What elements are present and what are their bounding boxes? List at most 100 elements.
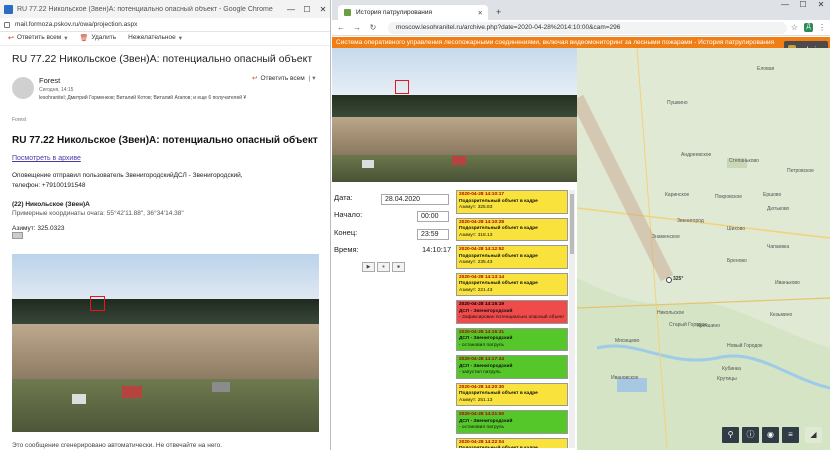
new-tab-button[interactable]: + [496, 7, 501, 17]
map-place-label: Каринское [665, 192, 690, 198]
back-icon[interactable]: ← [334, 23, 348, 32]
trash-icon: 🗑 [79, 34, 89, 42]
event-detail: - запустил патруль [459, 370, 501, 375]
map-place-label: Ершово [763, 192, 782, 198]
event-detail: Азимут: 325.83 [459, 205, 493, 210]
tab-bar: История патрулирования ✕ + [332, 0, 830, 20]
sent-date: Сегодня, 14:15 [39, 87, 74, 93]
left-browser-window: RU 77.22 Никольское (Звен)А: потенциальн… [0, 0, 331, 450]
map-place-label: Бреново [727, 258, 747, 264]
event-item[interactable]: 2020-04-28 14:10:28 Подозрительный объект… [456, 217, 568, 241]
event-item[interactable]: 2020-04-28 14:12:52 Подозрительный объект… [456, 245, 568, 269]
archive-link[interactable]: Посмотреть в архиве [12, 155, 81, 162]
event-item[interactable]: 2020-04-28 14:20:30 Подозрительный объект… [456, 382, 568, 406]
map-place-label: Мясищево [615, 338, 640, 344]
end-time-input[interactable]: 23:59 [417, 229, 449, 240]
maximize-icon[interactable]: ☐ [794, 0, 812, 14]
event-item[interactable]: 2020-04-28 14:10:17 Подозрительный объект… [456, 190, 568, 214]
image-attachment-icon[interactable] [12, 232, 23, 239]
map-place-label: Ивановское [611, 375, 639, 381]
recipients[interactable]: lesohranitel; Дмитрий Горменков; Виталий… [39, 95, 246, 101]
maximize-icon[interactable]: ☐ [299, 5, 315, 14]
system-banner: Система оперативного управления лесопожа… [332, 37, 830, 48]
window-buttons: — ☐ ✕ [776, 0, 830, 14]
event-detail: Азимут: 221.43 [459, 287, 493, 293]
reply-all-icon: ↩ [8, 34, 14, 42]
map-place-label: Дютьково [767, 206, 790, 212]
chevron-down-icon: ▾ [178, 34, 182, 42]
chevron-down-icon: ▾ [64, 34, 68, 42]
mail-toolbar: ↩ Ответить всем ▾ 🗑 Удалить Нежелательно… [0, 30, 330, 46]
camera-line: (22) Никольское (Звен)А [12, 201, 90, 208]
map-place-label: Шихово [727, 226, 745, 232]
menu-icon[interactable]: ⋮ [818, 23, 826, 32]
date-input[interactable]: 28.04.2020 [381, 194, 449, 205]
delete-button[interactable]: 🗑 Удалить [79, 34, 116, 42]
minimize-icon[interactable]: — [283, 5, 299, 14]
close-icon[interactable]: ✕ [812, 0, 830, 14]
reply-all-icon: ↩ [252, 75, 258, 82]
event-detail: - остановил патруль [459, 425, 505, 430]
phone-line: телефон: +79100191548 [12, 182, 86, 189]
lock-icon [4, 21, 10, 28]
map-place-label: Покровское [715, 194, 743, 200]
date-label: Дата: [334, 193, 353, 202]
play-button[interactable]: ▶ [362, 262, 375, 272]
map-place-label: Иваньково [775, 280, 800, 286]
search-icon[interactable]: ⚲ [722, 427, 739, 443]
coordinates-line: Примерные координаты очага: 55°42'11.88"… [12, 210, 184, 217]
junk-button[interactable]: Нежелательное ▾ [128, 34, 182, 42]
event-title: Подозрительный объект в кадре [459, 446, 565, 448]
reload-icon[interactable]: ↻ [366, 23, 380, 32]
map-place-label: Новый Городок [727, 343, 763, 349]
map-place-label: Пушкино [667, 100, 688, 106]
map-place-label: Кубинка [722, 366, 741, 372]
triangle-icon[interactable]: ◢ [805, 427, 822, 443]
mail-subject: RU 77.22 Никольское (Звен)А: потенциальн… [12, 53, 313, 65]
map-place-label: Андреевское [681, 152, 712, 158]
address-url: mail.formoza.pskov.ru/owa/projection.asp… [15, 21, 138, 28]
site-favicon [344, 9, 351, 16]
event-item[interactable]: 2020-04-28 14:22:04Подозрительный объект… [456, 437, 568, 448]
event-detail: Азимут: 251.13 [459, 397, 493, 403]
profile-avatar[interactable]: Д [804, 23, 813, 32]
map-place-label: Петровское [787, 168, 814, 174]
azimuth-label: 325° [673, 276, 684, 282]
map-place-label: Еловая [757, 66, 775, 72]
close-icon[interactable]: ✕ [315, 5, 330, 14]
notice-line: Оповещение отправил пользователь Звениго… [12, 172, 243, 179]
event-list: 2020-04-28 14:10:17 Подозрительный объект… [456, 190, 574, 448]
camera-icon[interactable]: ◉ [762, 427, 779, 443]
reply-all-button[interactable]: ↩ Ответить всем ▾ [8, 34, 67, 42]
map-place-label: Знаменское [652, 234, 680, 240]
event-item[interactable]: 2020-04-28 14:15:19 ДСЛ - Звенигородский -… [456, 300, 568, 324]
map-place-label: Звенигород [677, 218, 704, 224]
event-list-scrollbar[interactable] [569, 190, 575, 448]
sender-name[interactable]: Forest [39, 76, 60, 85]
navigation-bar: ← → ↻ moscow.lesohranitel.ru/archive.php… [332, 20, 830, 36]
map-view[interactable]: Пушкино Еловая Андреевское Степаньково Карин… [577, 48, 830, 450]
map-place-label: Кезьмино [770, 312, 793, 318]
event-detail: - Зафиксирован потенциально опасный объе… [459, 315, 565, 320]
close-tab-icon[interactable]: ✕ [478, 9, 483, 17]
avatar [12, 77, 34, 99]
pause-button[interactable]: ⏸ [377, 262, 390, 272]
layers-icon[interactable]: ≡ [782, 427, 799, 443]
map-place-label: Чапаевка [767, 244, 790, 250]
minimize-icon[interactable]: — [776, 0, 794, 14]
stop-button[interactable]: ⏹ [392, 262, 405, 272]
address-bar[interactable]: moscow.lesohranitel.ru/archive.php?date=… [388, 21, 787, 34]
current-time-value: 14:10:17 [422, 245, 452, 254]
star-icon[interactable]: ☆ [791, 23, 798, 32]
tab-patrol-history[interactable]: История патрулирования ✕ [338, 5, 488, 20]
event-item[interactable]: 2020-04-28 14:17:34 ДСЛ - Звенигородский -… [456, 355, 568, 379]
forward-icon[interactable]: → [350, 23, 364, 32]
event-item[interactable]: 2020-04-28 14:21:50 ДСЛ - Звенигородский -… [456, 410, 568, 434]
event-item[interactable]: 2020-04-28 14:13:14 Подозрительный объект… [456, 272, 568, 296]
right-browser-window: История патрулирования ✕ + — ☐ ✕ ← → ↻ m… [332, 0, 830, 450]
reply-all-inline-button[interactable]: ↩ Ответить всем | ▾ [252, 74, 316, 83]
info-icon[interactable]: ⓘ [742, 427, 759, 443]
event-item[interactable]: 2020-04-28 14:15:31 ДСЛ - Звенигородский -… [456, 327, 568, 351]
start-time-input[interactable]: 00:00 [417, 211, 449, 222]
camera-view [332, 48, 577, 182]
